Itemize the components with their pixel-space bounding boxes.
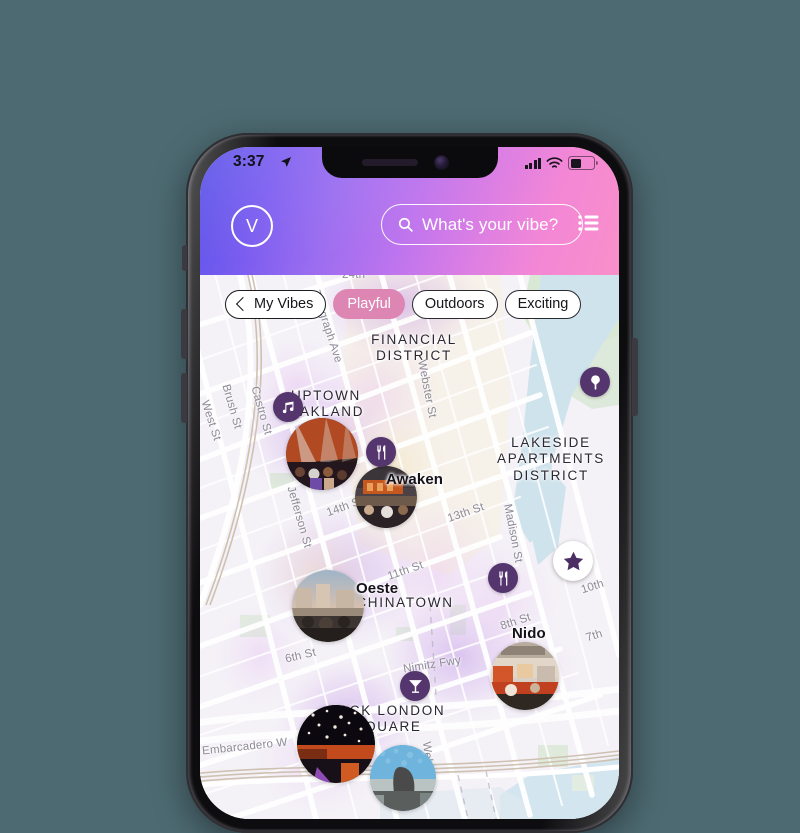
star-icon xyxy=(563,551,583,570)
chevron-left-icon xyxy=(235,296,251,312)
power-button[interactable] xyxy=(632,338,638,416)
place-photo-oeste[interactable] xyxy=(292,570,364,642)
place-name-nido[interactable]: Nido xyxy=(512,625,546,642)
screenshot-stage: FINANCIAL DISTRICT UPTOWN OAKLAND LAKESI… xyxy=(0,0,800,833)
music-note-pin[interactable] xyxy=(273,392,303,422)
place-photo-waterfront[interactable] xyxy=(370,745,436,811)
cellular-bars-icon xyxy=(524,157,541,169)
volume-down-button[interactable] xyxy=(181,373,187,423)
jack-london-cocktail-pin[interactable] xyxy=(400,671,430,701)
district-label-financial: FINANCIAL DISTRICT xyxy=(371,332,457,364)
chip-outdoors[interactable]: Outdoors xyxy=(411,289,498,319)
wifi-icon xyxy=(546,157,563,168)
restaurant-icon xyxy=(376,444,385,460)
search-input[interactable]: What's your vibe? xyxy=(381,204,583,245)
restaurant-icon xyxy=(498,570,507,586)
phone-device-frame: FINANCIAL DISTRICT UPTOWN OAKLAND LAKESI… xyxy=(181,133,638,833)
vibe-logo-button[interactable]: V xyxy=(231,205,273,247)
status-indicators xyxy=(524,156,598,170)
chip-my-vibes-label: My Vibes xyxy=(254,296,314,312)
chip-outdoors-label: Outdoors xyxy=(424,296,485,312)
park-tree-pin[interactable] xyxy=(580,367,610,397)
waterfront-photo xyxy=(370,745,436,811)
favorite-star-pin[interactable] xyxy=(553,541,593,581)
chip-playful-label: Playful xyxy=(347,296,391,312)
map-canvas[interactable]: FINANCIAL DISTRICT UPTOWN OAKLAND LAKESI… xyxy=(200,275,619,819)
chip-playful[interactable]: Playful xyxy=(333,289,405,319)
phone-screen: FINANCIAL DISTRICT UPTOWN OAKLAND LAKESI… xyxy=(200,147,619,819)
chip-exciting-label: Exciting xyxy=(517,296,569,312)
place-photo-nido[interactable] xyxy=(491,642,559,710)
place-name-oeste[interactable]: Oeste xyxy=(356,580,398,597)
vibe-logo-letter: V xyxy=(245,216,258,236)
awaken-restaurant-pin[interactable] xyxy=(366,437,396,467)
nido-photo xyxy=(491,642,559,710)
district-label-lakeside: LAKESIDE APARTMENTS DISTRICT xyxy=(496,435,605,483)
volume-up-button[interactable] xyxy=(181,309,187,359)
street-label-24th: 24th xyxy=(342,275,366,281)
music-note-icon xyxy=(282,400,293,413)
place-name-awaken[interactable]: Awaken xyxy=(386,471,443,488)
filter-chip-row: My Vibes Playful Outdoors Exciting xyxy=(200,287,619,321)
chip-exciting[interactable]: Exciting xyxy=(504,289,582,319)
oeste-photo xyxy=(292,570,364,642)
place-photo-nightclub[interactable] xyxy=(297,705,375,783)
list-view-icon[interactable] xyxy=(577,211,601,235)
chip-my-vibes[interactable]: My Vibes xyxy=(225,289,327,319)
search-placeholder-text: What's your vibe? xyxy=(422,214,559,234)
mute-switch[interactable] xyxy=(182,245,187,271)
cocktail-icon xyxy=(408,679,422,693)
location-arrow-icon xyxy=(281,157,291,167)
tree-icon xyxy=(590,374,600,390)
search-icon xyxy=(398,217,413,232)
concert-photo xyxy=(286,418,358,490)
nightclub-photo xyxy=(297,705,375,783)
status-clock: 3:37 xyxy=(233,153,265,170)
chinatown-restaurant-pin[interactable] xyxy=(488,563,518,593)
battery-icon xyxy=(568,156,598,170)
status-bar: 3:37 xyxy=(200,147,619,181)
place-photo-concert[interactable] xyxy=(286,418,358,490)
